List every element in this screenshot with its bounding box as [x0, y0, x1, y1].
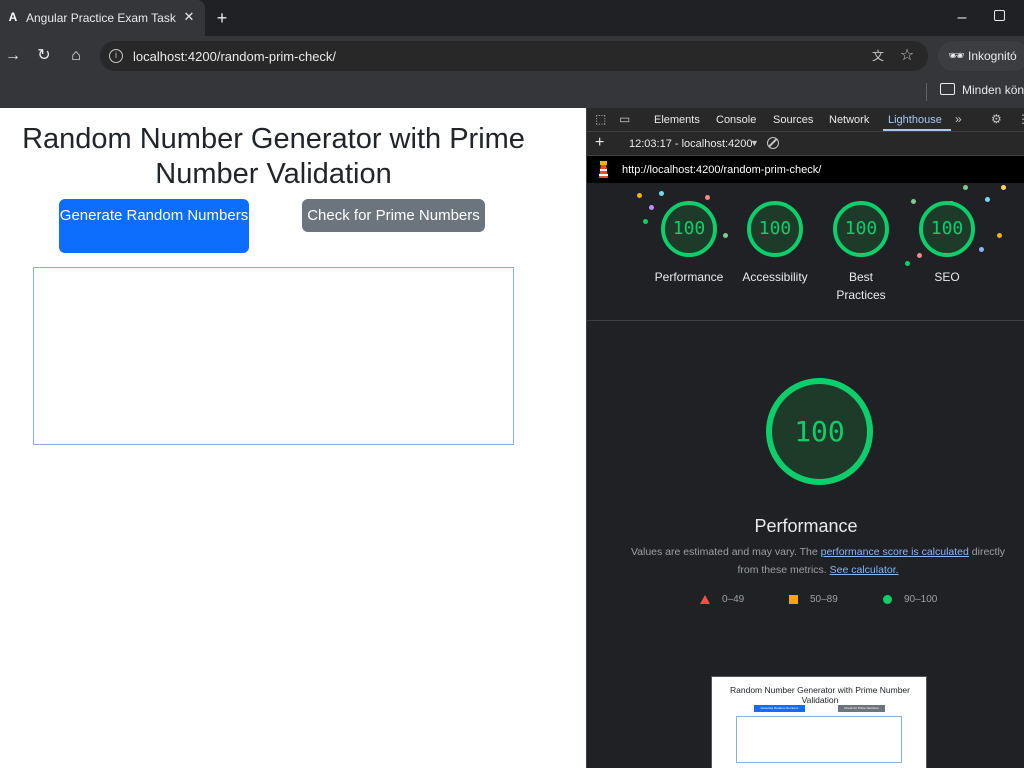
inspect-element-icon[interactable]: ⬚: [595, 112, 606, 126]
browser-toolbar: → ↻ ⌂ i localhost:4200/random-prim-check…: [0, 36, 1024, 76]
legend-pass-range: 90–100: [904, 594, 938, 605]
performance-section-title: Performance: [754, 516, 858, 536]
accessibility-label[interactable]: Accessibility: [725, 268, 825, 286]
performance-gauge[interactable]: 100: [661, 201, 717, 257]
accessibility-score: 100: [758, 218, 792, 239]
minimize-window-icon[interactable]: –: [952, 8, 972, 28]
main-performance-score: 100: [794, 415, 845, 448]
report-url-bar: http://localhost:4200/random-prim-check/: [587, 156, 1024, 183]
section-divider: [587, 320, 1024, 321]
folder-icon: [940, 83, 955, 95]
average-square-icon: [789, 595, 798, 604]
tab-sources[interactable]: Sources: [773, 114, 813, 126]
forward-icon[interactable]: →: [2, 46, 24, 66]
reload-icon[interactable]: ↻: [33, 46, 55, 66]
incognito-icon: 🕶: [948, 48, 965, 63]
tab-elements[interactable]: Elements: [654, 114, 700, 126]
seo-score: 100: [930, 218, 964, 239]
confetti-dot: [985, 197, 990, 202]
lighthouse-report: 100 100 100 100 Performance Accessibilit…: [587, 183, 1024, 768]
maximize-window-icon[interactable]: [994, 10, 1005, 21]
performance-label[interactable]: Performance: [639, 268, 739, 286]
confetti-dot: [917, 253, 922, 258]
site-info-icon[interactable]: i: [109, 49, 123, 63]
home-icon[interactable]: ⌂: [65, 46, 87, 66]
page-screenshot-thumbnail[interactable]: Random Number Generator with Prime Numbe…: [711, 676, 927, 768]
accessibility-gauge[interactable]: 100: [747, 201, 803, 257]
legend-fail-range: 0–49: [722, 594, 745, 605]
seo-gauge[interactable]: 100: [919, 201, 975, 257]
devtools-panel: ⬚ ▭ Elements Console Sources Network Lig…: [586, 108, 1024, 768]
browser-tab[interactable]: A Angular Practice Exam Task ✕: [0, 0, 205, 36]
bookmarks-separator: [926, 83, 927, 101]
confetti-dot: [911, 199, 916, 204]
check-prime-numbers-button[interactable]: Check for Prime Numbers: [302, 199, 485, 232]
performance-score: 100: [672, 218, 706, 239]
incognito-button[interactable]: 🕶 Inkognitó: [938, 41, 1024, 71]
lighthouse-logo-icon: [599, 161, 608, 178]
page-title: Random Number Generator with Prime Numbe…: [22, 123, 525, 190]
page-viewport: Random Number Generator with Prime Numbe…: [0, 108, 586, 768]
pass-circle-icon: [883, 595, 892, 604]
confetti-dot: [905, 261, 910, 266]
report-url[interactable]: http://localhost:4200/random-prim-check/: [622, 164, 821, 176]
generate-random-numbers-button[interactable]: Generate Random Numbers: [59, 199, 249, 253]
angular-icon: A: [8, 10, 18, 24]
tab-title: Angular Practice Exam Task: [26, 11, 176, 25]
report-selector[interactable]: 12:03:17 - localhost:4200: [629, 138, 753, 150]
device-toolbar-icon[interactable]: ▭: [619, 112, 630, 126]
address-bar[interactable]: i localhost:4200/random-prim-check/ 文 ☆: [100, 41, 928, 71]
see-calculator-link[interactable]: See calculator.: [830, 564, 899, 576]
bookmarks-bar: Minden köny: [0, 76, 1024, 108]
lighthouse-toolbar: + 12:03:17 - localhost:4200 ▼: [587, 132, 1024, 156]
new-report-icon[interactable]: +: [595, 134, 604, 152]
confetti-dot: [723, 233, 728, 238]
best-practices-gauge[interactable]: 100: [833, 201, 889, 257]
active-tab-indicator: [883, 129, 951, 131]
confetti-dot: [643, 219, 648, 224]
confetti-dot: [979, 247, 984, 252]
main-performance-gauge: 100: [766, 378, 873, 485]
confetti-dot: [997, 233, 1002, 238]
more-tabs-icon[interactable]: »: [955, 112, 962, 126]
devtools-tab-bar: ⬚ ▭ Elements Console Sources Network Lig…: [587, 108, 1024, 132]
confetti-dot: [963, 185, 968, 190]
thumbnail-heading: Random Number Generator with Prime Numbe…: [730, 685, 910, 705]
seo-label[interactable]: SEO: [897, 268, 997, 286]
incognito-label: Inkognitó: [968, 49, 1017, 63]
tab-console[interactable]: Console: [716, 114, 756, 126]
confetti-dot: [659, 191, 664, 196]
url-text[interactable]: localhost:4200/random-prim-check/: [133, 49, 336, 64]
tab-lighthouse[interactable]: Lighthouse: [888, 114, 942, 126]
confetti-dot: [1001, 185, 1006, 190]
tab-close-icon[interactable]: ✕: [181, 9, 197, 25]
performance-description: Values are estimated and may vary. The p…: [627, 543, 1009, 579]
description-text: Values are estimated and may vary. The: [630, 546, 821, 558]
confetti-dot: [637, 193, 642, 198]
tab-strip: A Angular Practice Exam Task ✕ + –: [0, 0, 1024, 36]
confetti-dot: [705, 195, 710, 200]
thumbnail-generate-button: Generate Random Numbers: [754, 705, 805, 712]
tab-network[interactable]: Network: [829, 114, 869, 126]
translate-icon[interactable]: 文: [870, 47, 886, 63]
more-options-icon[interactable]: ⋮: [1017, 112, 1024, 126]
all-bookmarks-folder[interactable]: Minden köny: [962, 83, 1024, 97]
new-tab-button[interactable]: +: [212, 8, 232, 28]
bookmark-star-icon[interactable]: ☆: [898, 45, 916, 65]
clear-reports-icon[interactable]: [767, 137, 779, 149]
confetti-dot: [649, 205, 654, 210]
thumbnail-check-button: Check for Prime Numbers: [838, 705, 885, 712]
settings-gear-icon[interactable]: ⚙: [991, 112, 1002, 126]
best-practices-label[interactable]: Best Practices: [826, 268, 896, 304]
thumbnail-output-box: [736, 716, 902, 763]
performance-score-link[interactable]: performance score is calculated: [821, 546, 969, 558]
report-dropdown-icon[interactable]: ▼: [750, 138, 759, 148]
legend-average-range: 50–89: [810, 594, 838, 605]
best-practices-score: 100: [844, 218, 878, 239]
fail-triangle-icon: [700, 595, 710, 604]
numbers-output-box[interactable]: [33, 267, 514, 445]
